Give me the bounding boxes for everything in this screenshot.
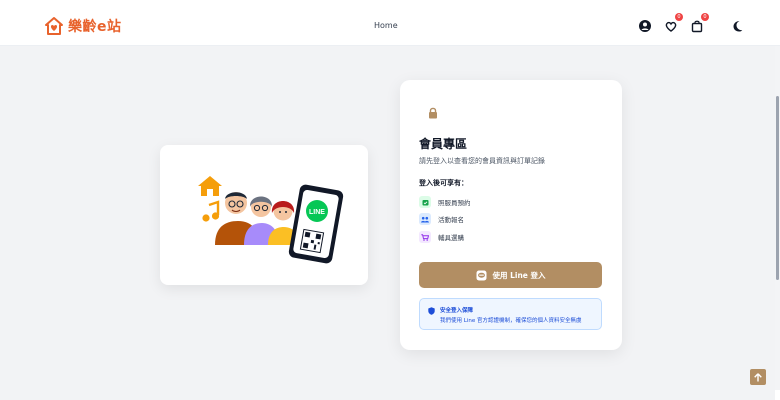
family-line-illustration: LINE: [198, 176, 344, 264]
cart-badge: 0: [701, 13, 709, 21]
home-heart-logo-icon: [45, 17, 63, 35]
security-text: 我們使用 Line 官方認證機制，確保您的個人資料安全無虞: [440, 318, 582, 324]
qr-code: [299, 228, 325, 254]
security-title: 安全登入保障: [440, 308, 474, 314]
top-navbar: 樂齡e站 Home 0 0: [0, 0, 780, 46]
calendar-icon: [419, 196, 431, 208]
security-notice: 安全登入保障 我們使用 Line 官方認證機制，確保您的個人資料安全無虞: [419, 298, 602, 330]
main-content: [0, 46, 775, 400]
benefit-item-activity: 活動報名: [419, 213, 464, 225]
user-icon[interactable]: [638, 18, 652, 32]
phone-illustration: LINE: [288, 184, 344, 264]
page-scrollbar[interactable]: [775, 46, 780, 390]
music-note-icon: [202, 200, 220, 222]
line-login-button[interactable]: 使用 Line 登入: [419, 262, 602, 288]
login-description: 請先登入以查看您的會員資訊與訂單記錄: [419, 157, 545, 165]
benefit-label: 輔具選購: [438, 234, 464, 242]
benefit-item-aids: 輔具選購: [419, 231, 464, 243]
heart-icon[interactable]: 0: [664, 13, 683, 32]
benefit-label: 活動報名: [438, 216, 464, 224]
moon-icon[interactable]: [730, 18, 744, 32]
arrow-up-icon: [754, 372, 762, 381]
brand-logo[interactable]: 樂齡e站: [44, 16, 122, 36]
brand-name: 樂齡e站: [68, 19, 122, 35]
benefit-item-caregiver: 照服員預約: [419, 196, 471, 208]
cart-icon: [419, 231, 431, 243]
house-icon: [198, 176, 222, 196]
scrollbar-thumb[interactable]: [776, 96, 779, 280]
login-title: 會員專區: [419, 137, 468, 151]
lock-icon: [429, 107, 437, 119]
line-logo-text: LINE: [309, 209, 325, 216]
back-to-top-button[interactable]: [750, 369, 766, 385]
group-icon: [419, 213, 431, 225]
nav-home-link[interactable]: Home: [374, 21, 398, 30]
benefit-label: 照服員預約: [438, 199, 471, 207]
wishlist-badge: 0: [675, 13, 683, 21]
line-login-label: 使用 Line 登入: [492, 270, 546, 280]
login-card: 會員專區 請先登入以查看您的會員資訊與訂單記錄 登入後可享有： 照服員預約 活動…: [400, 80, 622, 350]
shield-icon: [428, 307, 435, 315]
header-actions: 0 0: [638, 13, 744, 33]
line-chat-icon: [476, 270, 486, 280]
benefits-title: 登入後可享有：: [419, 179, 468, 187]
illustration-card: LINE: [160, 145, 368, 285]
bag-icon[interactable]: 0: [690, 13, 709, 33]
